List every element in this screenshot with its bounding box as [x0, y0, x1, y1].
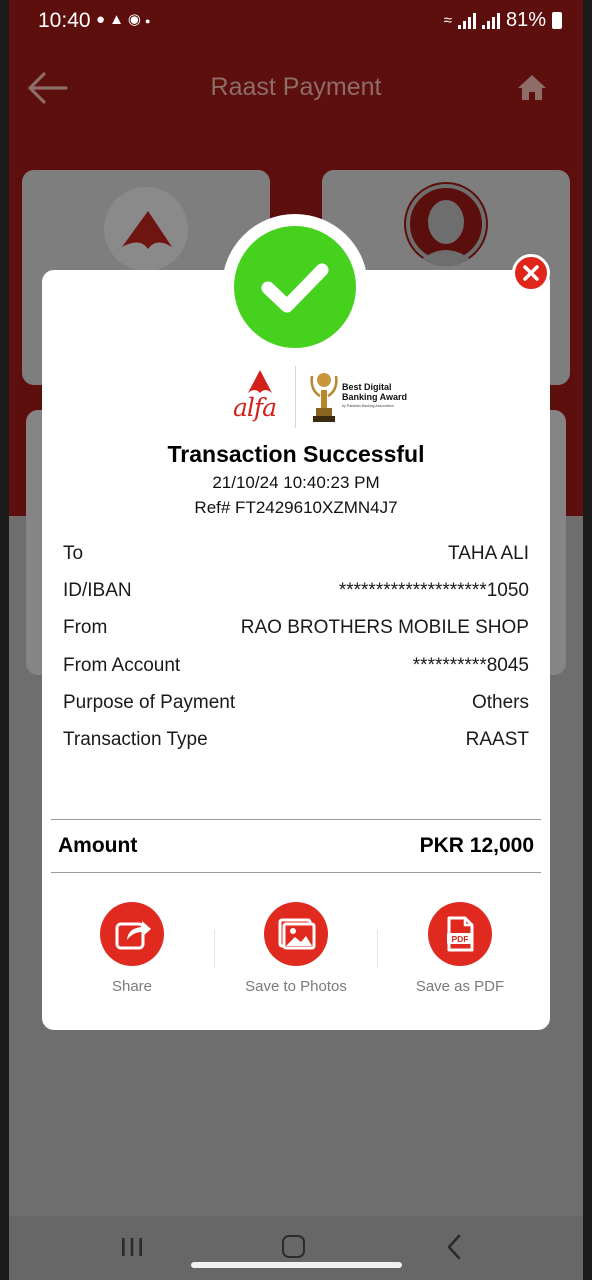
detail-label-purpose: Purpose of Payment — [63, 692, 236, 713]
screen-edge-left — [0, 0, 9, 1280]
detail-value-purpose: Others — [471, 692, 529, 713]
detail-label-to: To — [63, 543, 84, 564]
checkmark-icon — [261, 263, 329, 313]
amount-value: PKR 12,000 — [419, 834, 534, 857]
share-button[interactable]: Share — [57, 902, 207, 1002]
share-icon — [115, 921, 151, 950]
divider — [51, 872, 541, 873]
brand-logo: alfa — [233, 393, 277, 422]
share-label: Share — [111, 978, 153, 995]
award-subtitle: by Pakistan Banking Association — [342, 404, 394, 408]
divider — [51, 819, 541, 820]
transaction-reference: Ref# FT2429610XZMN4J7 — [194, 498, 398, 517]
background-alfa-logo — [104, 187, 188, 271]
trophy-icon — [310, 373, 338, 422]
amount-label: Amount — [58, 834, 138, 857]
detail-value-from: RAO BROTHERS MOBILE SHOP — [240, 617, 529, 638]
dot-icon: ● — [145, 16, 155, 26]
close-icon — [523, 265, 539, 281]
signal-icon — [457, 12, 476, 29]
share-button-circle[interactable] — [100, 902, 164, 966]
award-title: Best Digital Banking Award — [342, 382, 408, 402]
svg-text:PDF: PDF — [452, 934, 469, 944]
save-as-pdf-button[interactable]: PDF Save as PDF — [385, 902, 535, 1002]
snapchat-icon: ▲ — [109, 11, 128, 28]
alfa-mark-icon — [122, 211, 172, 249]
page-title: Raast Payment — [210, 73, 382, 101]
action-separator — [377, 930, 378, 968]
save-as-pdf-label: Save as PDF — [415, 978, 505, 995]
home-circle-icon[interactable] — [282, 1235, 305, 1258]
background-avatar — [404, 182, 488, 266]
signal-icon-2 — [481, 12, 500, 29]
detail-value-iban: ********************1050 — [338, 580, 529, 601]
chevron-left-icon[interactable] — [446, 1234, 462, 1260]
detail-label-type: Transaction Type — [63, 729, 208, 750]
image-icon — [278, 918, 316, 950]
detail-value-type: RAAST — [465, 729, 529, 750]
pdf-icon: PDF — [447, 916, 474, 952]
threads-icon: ◉ — [127, 11, 146, 28]
save-to-photos-circle[interactable] — [264, 902, 328, 966]
gesture-handle[interactable] — [191, 1262, 402, 1268]
save-to-photos-label: Save to Photos — [245, 978, 347, 995]
wifi-icon: ≈ — [443, 12, 452, 29]
detail-value-to: TAHA ALI — [448, 543, 529, 564]
chat-bubble-icon: ● — [96, 11, 110, 28]
status-right: ≈ 81% — [444, 9, 562, 32]
success-circle — [234, 226, 356, 348]
detail-label-iban: ID/IBAN — [63, 580, 132, 601]
status-time: 10:40 — [38, 9, 91, 32]
detail-label-from-account: From Account — [63, 655, 181, 676]
screen-edge-right — [583, 0, 592, 1280]
battery-icon — [552, 12, 562, 29]
transaction-datetime: 21/10/24 10:40:23 PM — [212, 473, 380, 492]
battery-level: 81% — [505, 9, 546, 31]
status-bar: 10:40 ●▲◉● ≈ 81% — [0, 0, 592, 42]
person-icon — [406, 184, 486, 266]
notification-icons: ●▲◉● — [96, 10, 154, 28]
logo-divider — [295, 366, 296, 428]
home-icon[interactable] — [516, 72, 548, 102]
action-separator — [214, 930, 215, 968]
screen: 10:40 ●▲◉● ≈ 81% Raast Payment alfa Best… — [0, 0, 592, 1280]
detail-label-from: From — [63, 617, 108, 638]
dialog-title: Transaction Successful — [167, 441, 425, 467]
close-button[interactable] — [512, 254, 550, 292]
detail-value-from-account: **********8045 — [412, 655, 529, 676]
save-as-pdf-circle[interactable]: PDF — [428, 902, 492, 966]
save-to-photos-button[interactable]: Save to Photos — [221, 902, 371, 1002]
recents-icon[interactable] — [120, 1237, 144, 1257]
